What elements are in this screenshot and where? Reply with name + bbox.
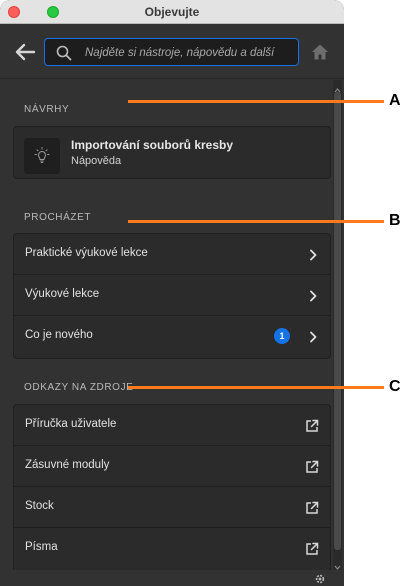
discover-panel: Objevujte NÁVRHY Importování sou xyxy=(0,0,344,586)
suggestion-title: Importování souborů kresby xyxy=(71,138,234,152)
vertical-scrollbar[interactable] xyxy=(333,80,342,570)
chevron-right-icon xyxy=(308,289,318,302)
back-arrow-icon[interactable] xyxy=(14,42,36,62)
search-input[interactable] xyxy=(85,43,295,63)
resource-item-user-guide[interactable]: Příručka uživatele xyxy=(14,405,330,446)
search-field[interactable] xyxy=(44,38,299,66)
scroll-down-arrow-icon[interactable] xyxy=(333,559,342,570)
browse-item-label: Praktické výukové lekce xyxy=(25,247,148,259)
browse-list: Praktické výukové lekce Výukové lekce Co… xyxy=(13,233,331,359)
external-link-icon xyxy=(304,418,320,434)
top-toolbar xyxy=(0,25,344,79)
browse-item-label: Výukové lekce xyxy=(25,288,100,300)
gear-icon[interactable] xyxy=(314,572,326,584)
browse-item-label: Co je nového xyxy=(25,329,93,341)
resource-item-label: Stock xyxy=(25,500,54,512)
suggestion-card[interactable]: Importování souborů kresby Nápověda xyxy=(13,126,331,179)
callout-line-c xyxy=(128,386,384,389)
suggestion-subtitle: Nápověda xyxy=(71,155,122,167)
callout-label-c: C xyxy=(389,378,400,395)
section-heading-resources: ODKAZY NA ZDROJE xyxy=(24,382,134,393)
search-icon xyxy=(56,45,72,61)
scrollbar-thumb[interactable] xyxy=(334,92,341,550)
home-icon[interactable] xyxy=(310,42,330,62)
scroll-up-arrow-icon[interactable] xyxy=(333,82,342,93)
chevron-right-icon xyxy=(308,248,318,261)
browse-item-learn[interactable]: Výukové lekce xyxy=(14,275,330,316)
discover-content: NÁVRHY Importování souborů kresby Nápově… xyxy=(0,80,344,574)
resource-item-label: Písma xyxy=(25,541,58,553)
callout-label-a: A xyxy=(389,92,400,109)
resource-item-fonts[interactable]: Písma xyxy=(14,528,330,569)
callout-label-b: B xyxy=(389,212,400,229)
chevron-right-icon xyxy=(308,330,318,343)
resource-item-stock[interactable]: Stock xyxy=(14,487,330,528)
browse-item-whats-new[interactable]: Co je nového 1 xyxy=(14,316,330,357)
window-title: Objevujte xyxy=(144,5,200,19)
resource-item-plugins[interactable]: Zásuvné moduly xyxy=(14,446,330,487)
resources-list: Příručka uživatele Zásuvné moduly Stock … xyxy=(13,404,331,574)
external-link-icon xyxy=(304,500,320,516)
notification-badge: 1 xyxy=(274,328,290,344)
title-bar[interactable]: Objevujte xyxy=(0,0,344,24)
resource-item-label: Příručka uživatele xyxy=(25,418,117,430)
external-link-icon xyxy=(304,459,320,475)
browse-item-tutorials[interactable]: Praktické výukové lekce xyxy=(14,234,330,275)
lightbulb-icon xyxy=(24,138,60,174)
section-heading-browse: PROCHÁZET xyxy=(24,212,92,223)
resource-item-label: Zásuvné moduly xyxy=(25,459,110,471)
section-heading-suggestions: NÁVRHY xyxy=(24,104,70,115)
callout-line-b xyxy=(128,220,384,223)
external-link-icon xyxy=(304,541,320,557)
panel-footer xyxy=(0,570,344,586)
callout-line-a xyxy=(128,100,384,103)
